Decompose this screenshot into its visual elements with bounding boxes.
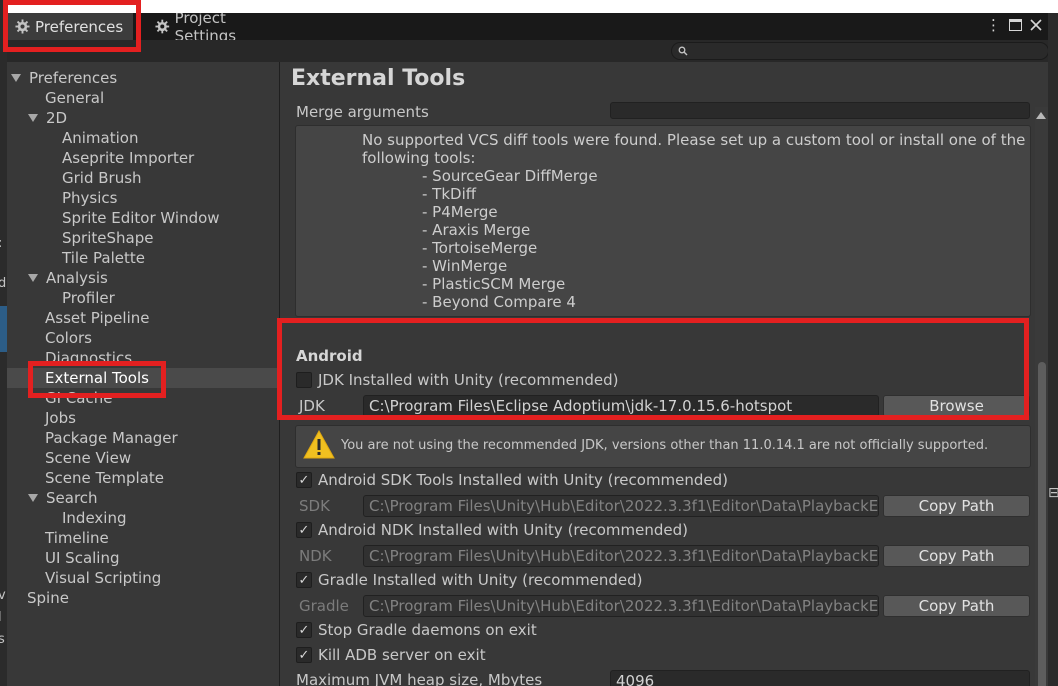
- vcs-tool-item: - PlasticSCM Merge: [422, 275, 566, 293]
- vcs-message: No supported VCS diff tools were found. …: [362, 131, 1026, 149]
- gradle-label: Gradle: [299, 597, 349, 615]
- close-icon[interactable]: [1030, 19, 1042, 31]
- jdk-path-field[interactable]: C:\Program Files\Eclipse Adoptium\jdk-17…: [363, 395, 879, 417]
- tree-item-profiler[interactable]: Profiler: [7, 288, 279, 308]
- scroll-up-icon[interactable]: [1036, 112, 1046, 119]
- vcs-tool-item: - TortoiseMerge: [422, 239, 538, 257]
- stop-gradle-checkbox[interactable]: ✓: [296, 622, 312, 638]
- sdk-installed-checkbox[interactable]: ✓: [296, 472, 312, 488]
- jvm-heap-label: Maximum JVM heap size, Mbytes: [296, 671, 543, 686]
- jdk-installed-label: JDK Installed with Unity (recommended): [318, 371, 619, 389]
- tree-item-aseprite-importer[interactable]: Aseprite Importer: [7, 148, 279, 168]
- tree-item-visual-scripting[interactable]: Visual Scripting: [7, 568, 279, 588]
- jdk-installed-checkbox[interactable]: [296, 372, 312, 388]
- search-icon: [678, 46, 688, 56]
- vcs-tool-item: - Beyond Compare 4: [422, 293, 576, 311]
- background-selection: [0, 306, 7, 352]
- gradle-copy-path-button[interactable]: Copy Path: [883, 595, 1030, 617]
- vcs-message: following tools:: [362, 149, 476, 167]
- vcs-tool-item: - Araxis Merge: [422, 221, 531, 239]
- jdk-warning-box: You are not using the recommended JDK, v…: [295, 425, 1031, 468]
- sdk-path-field: C:\Program Files\Unity\Hub\Editor\2022.3…: [363, 495, 879, 517]
- tab-bar: Preferences Project Settings ⋮: [7, 13, 1048, 45]
- tree-item-physics[interactable]: Physics: [7, 188, 279, 208]
- tab-preferences[interactable]: Preferences: [7, 13, 133, 40]
- tree-item-spriteshape[interactable]: SpriteShape: [7, 228, 279, 248]
- ndk-label: NDK: [299, 547, 332, 565]
- vcs-tool-item: - SourceGear DiffMerge: [422, 167, 598, 185]
- tree-item-indexing[interactable]: Indexing: [7, 508, 279, 528]
- tree-item-timeline[interactable]: Timeline: [7, 528, 279, 548]
- merge-arguments-label: Merge arguments: [296, 103, 429, 121]
- content-scrollbar[interactable]: [1035, 107, 1048, 686]
- jvm-heap-field[interactable]: 4096: [610, 670, 1030, 686]
- tree-item-tile-palette[interactable]: Tile Palette: [7, 248, 279, 268]
- tree-item-scene-view[interactable]: Scene View: [7, 448, 279, 468]
- warning-icon: [303, 430, 335, 459]
- ndk-copy-path-button[interactable]: Copy Path: [883, 545, 1030, 567]
- more-options-icon[interactable]: ⋮: [986, 16, 1001, 34]
- warning-text: You are not using the recommended JDK, v…: [341, 438, 989, 453]
- tree-item-jobs[interactable]: Jobs: [7, 408, 279, 428]
- preferences-window: Preferences Project Settings ⋮ Preferenc…: [7, 13, 1048, 686]
- tree-item-animation[interactable]: Animation: [7, 128, 279, 148]
- tab-label: Preferences: [35, 17, 124, 36]
- tree-item-package-manager[interactable]: Package Manager: [7, 428, 279, 448]
- tree-item-grid-brush[interactable]: Grid Brush: [7, 168, 279, 188]
- expand-arrow-icon[interactable]: [28, 494, 38, 502]
- kill-adb-checkbox[interactable]: ✓: [296, 647, 312, 663]
- tree-item-2d[interactable]: 2D: [7, 108, 279, 128]
- gradle-installed-checkbox[interactable]: ✓: [296, 572, 312, 588]
- ndk-path-field: C:\Program Files\Unity\Hub\Editor\2022.3…: [363, 545, 879, 567]
- tree-item-ui-scaling[interactable]: UI Scaling: [7, 548, 279, 568]
- tree-item-analysis[interactable]: Analysis: [7, 268, 279, 288]
- sdk-copy-path-button[interactable]: Copy Path: [883, 495, 1030, 517]
- toolbar: [7, 40, 1048, 62]
- tree-item-external-tools[interactable]: External Tools: [7, 368, 279, 388]
- tree-item-sprite-editor-window[interactable]: Sprite Editor Window: [7, 208, 279, 228]
- tree-item-gi-cache[interactable]: GI Cache: [7, 388, 279, 408]
- gradle-installed-label: Gradle Installed with Unity (recommended…: [318, 571, 643, 589]
- tree-item-colors[interactable]: Colors: [7, 328, 279, 348]
- expand-arrow-icon[interactable]: [28, 274, 38, 282]
- kill-adb-label: Kill ADB server on exit: [318, 646, 486, 664]
- vcs-help-box: No supported VCS diff tools were found. …: [295, 125, 1031, 317]
- expand-arrow-icon[interactable]: [28, 114, 38, 122]
- window-controls: ⋮: [986, 16, 1042, 34]
- external-tools-panel: External Tools Merge arguments No suppor…: [280, 62, 1048, 686]
- background-window-edge: ⊟: [1048, 13, 1058, 686]
- search-input[interactable]: [671, 42, 1048, 60]
- tree-item-scene-template[interactable]: Scene Template: [7, 468, 279, 488]
- vcs-tool-item: - WinMerge: [422, 257, 508, 275]
- tree-item-diagnostics[interactable]: Diagnostics: [7, 348, 279, 368]
- tree-item-search[interactable]: Search: [7, 488, 279, 508]
- preferences-tree: Preferences General 2D Animation Aseprit…: [7, 62, 279, 686]
- android-section-title: Android: [296, 347, 363, 365]
- ndk-installed-checkbox[interactable]: ✓: [296, 522, 312, 538]
- background-window-edge: : d v l s: [0, 0, 7, 686]
- scrollbar-thumb[interactable]: [1038, 362, 1046, 686]
- stop-gradle-label: Stop Gradle daemons on exit: [318, 621, 537, 639]
- expand-arrow-icon[interactable]: [11, 74, 21, 82]
- sdk-installed-label: Android SDK Tools Installed with Unity (…: [318, 471, 729, 489]
- vcs-tool-item: - P4Merge: [422, 203, 498, 221]
- tab-project-settings[interactable]: Project Settings: [147, 13, 297, 45]
- gear-icon: [15, 19, 30, 34]
- sdk-label: SDK: [299, 497, 330, 515]
- maximize-icon[interactable]: [1009, 19, 1022, 31]
- gear-icon: [155, 19, 170, 34]
- browse-button[interactable]: Browse: [883, 395, 1030, 417]
- tree-item-asset-pipeline[interactable]: Asset Pipeline: [7, 308, 279, 328]
- tree-item-spine[interactable]: Spine: [7, 588, 279, 608]
- tree-item-preferences[interactable]: Preferences: [7, 68, 279, 88]
- vcs-tool-item: - TkDiff: [422, 185, 477, 203]
- page-title: External Tools: [291, 66, 466, 91]
- jdk-label: JDK: [299, 397, 325, 415]
- ndk-installed-label: Android NDK Installed with Unity (recomm…: [318, 521, 689, 539]
- merge-arguments-field[interactable]: [610, 102, 1030, 119]
- gradle-path-field: C:\Program Files\Unity\Hub\Editor\2022.3…: [363, 595, 879, 617]
- tree-item-general[interactable]: General: [7, 88, 279, 108]
